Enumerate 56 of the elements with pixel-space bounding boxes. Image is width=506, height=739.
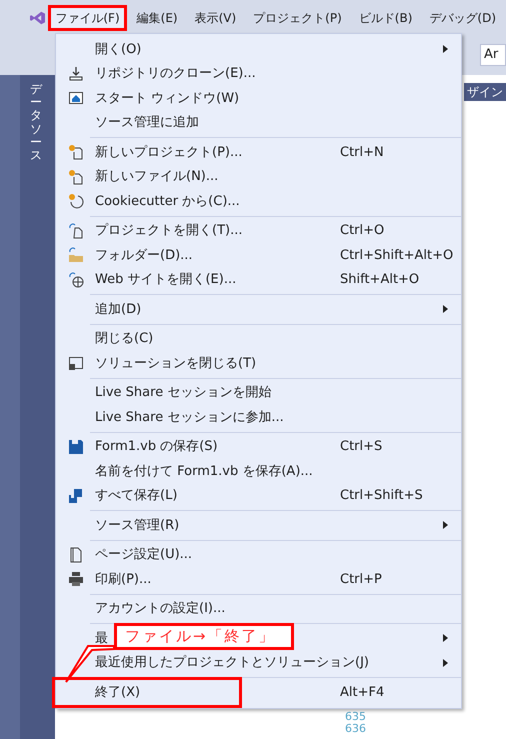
- font-combo-box[interactable]: Ar: [480, 44, 506, 66]
- callout-text: ファイル→「終了」: [125, 626, 276, 648]
- menu-item[interactable]: Live Share セッションを開始: [95, 383, 272, 402]
- download-icon: [68, 66, 84, 82]
- menu-item[interactable]: 最近使用したプロジェクトとソリューション(J): [95, 653, 369, 672]
- designer-tab[interactable]: ザイン: [464, 83, 506, 101]
- line-number: 635: [345, 711, 366, 723]
- menu-item[interactable]: スタート ウィンドウ(W): [95, 88, 240, 108]
- menu-item[interactable]: ページ設定(U)...: [95, 545, 192, 564]
- globe-icon: [68, 272, 84, 288]
- submenu-arrow-icon: [443, 658, 449, 667]
- menu-item[interactable]: 追加(D): [95, 300, 142, 319]
- submenu-arrow-icon: [443, 45, 449, 54]
- menu-bar-item[interactable]: 表示(V): [188, 4, 244, 30]
- palette-icon: [68, 193, 84, 210]
- menu-item[interactable]: 終了(X) Alt+F4: [95, 682, 384, 702]
- menu-item[interactable]: 新しいファイル(N)...: [95, 167, 218, 186]
- menu-item[interactable]: Web サイトを開く(E)... Shift+Alt+O: [95, 270, 420, 290]
- line-number: 636: [345, 723, 366, 735]
- menu-item[interactable]: アカウントの設定(I)...: [95, 599, 226, 618]
- page-icon: [68, 546, 84, 563]
- menu-item[interactable]: 最: [95, 628, 108, 648]
- save-icon: [68, 438, 84, 455]
- menu-item[interactable]: ソース管理(R): [95, 516, 180, 535]
- app-logo-icon: [30, 8, 46, 26]
- folder-icon: [68, 247, 84, 264]
- menu-item[interactable]: ソリューションを閉じる(T): [95, 354, 256, 373]
- menu-item[interactable]: プロジェクトを開く(T)... Ctrl+O: [95, 221, 384, 240]
- side-panel-tab[interactable]: データソース: [20, 75, 55, 739]
- menu-item[interactable]: 印刷(P)... Ctrl+P: [95, 570, 382, 589]
- submenu-arrow-icon: [443, 634, 449, 642]
- home-window-icon: [68, 90, 84, 106]
- menu-item[interactable]: 開く(O): [95, 40, 142, 59]
- menu-item[interactable]: リポジトリのクローン(E)...: [95, 64, 256, 84]
- save-all-icon: [68, 488, 84, 504]
- close-solution-icon: [68, 355, 84, 372]
- new-file-icon: [68, 168, 84, 185]
- menu-item[interactable]: ソース管理に追加: [95, 113, 199, 132]
- menu-bar-item[interactable]: デバッグ(D): [422, 4, 503, 30]
- open-project-icon: [68, 222, 84, 239]
- submenu-arrow-icon: [443, 305, 449, 314]
- menu-item[interactable]: すべて保存(L) Ctrl+Shift+S: [95, 486, 423, 506]
- submenu-arrow-icon: [443, 521, 449, 530]
- menu-bar-item[interactable]: ファイル(F): [48, 4, 127, 30]
- printer-icon: [68, 571, 84, 588]
- menu-item[interactable]: フォルダー(D)... Ctrl+Shift+Alt+O: [95, 246, 454, 265]
- new-project-icon: [68, 144, 84, 160]
- menu-item[interactable]: 新しいプロジェクト(P)... Ctrl+N: [95, 142, 384, 162]
- menu-item[interactable]: Live Share セッションに参加...: [95, 408, 284, 427]
- menu-bar-item[interactable]: ビルド(B): [352, 4, 420, 30]
- menu-bar-item[interactable]: 編集(E): [130, 4, 185, 30]
- menu-bar-item[interactable]: プロジェクト(P): [246, 4, 349, 30]
- menu-item[interactable]: 閉じる(C): [95, 329, 154, 348]
- menu-item[interactable]: Form1.vb の保存(S) Ctrl+S: [95, 437, 382, 456]
- menu-item[interactable]: 名前を付けて Form1.vb を保存(A)...: [95, 462, 313, 481]
- menu-item[interactable]: Cookiecutter から(C)...: [95, 192, 240, 211]
